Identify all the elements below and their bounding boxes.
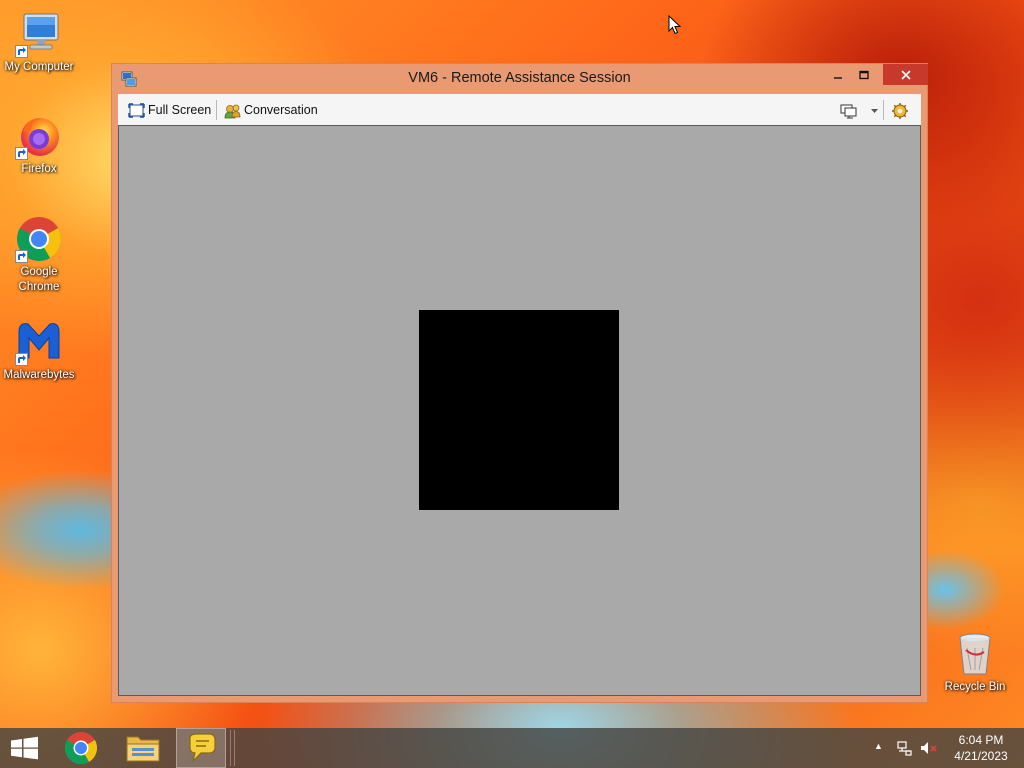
full-screen-icon [128,103,145,118]
toolbar-separator [883,100,884,120]
mouse-pointer-icon [668,14,682,40]
help-icon [892,103,908,120]
chrome-icon [15,215,63,263]
taskbar-remote-assistance-button[interactable] [176,728,226,768]
clock-time: 6:04 PM [958,733,1004,747]
taskbar-file-explorer-button[interactable] [118,728,168,768]
conversation-button[interactable]: Conversation [224,100,318,120]
session-toolbar: Full Screen Conversation [118,94,921,126]
desktop-icon-label: Recycle Bin [944,681,1006,693]
clock-date: 4/21/2023 [954,749,1008,763]
system-clock[interactable]: 6:04 PM 4/21/2023 [946,732,1016,764]
close-button[interactable] [883,64,928,85]
taskbar: ▲ 6:04 PM 4/21/2023 [0,728,1024,768]
network-icon[interactable] [897,740,913,761]
windows-logo-icon [11,736,38,760]
window-title: VM6 - Remote Assistance Session [408,70,631,86]
chevron-down-icon [871,108,879,113]
taskbar-chrome-button[interactable] [56,728,106,768]
desktop-icon-label: Malwarebytes [3,369,75,381]
desktop-icon-label: Google Chrome [18,266,60,293]
recycle-bin-icon [951,630,999,678]
folder-icon [126,736,160,762]
maximize-icon [859,70,869,79]
close-icon [900,70,911,80]
conversation-icon [224,104,241,119]
desktop-icon-malwarebytes[interactable]: Malwarebytes [1,318,77,383]
minimize-icon [834,77,842,79]
full-screen-label: Full Screen [148,103,212,117]
remote-desktop-viewport[interactable] [118,125,921,696]
chat-bubble-icon [189,733,216,763]
volume-muted-icon[interactable] [920,740,938,761]
maximize-button[interactable] [850,64,878,85]
display-settings-dropdown[interactable] [840,100,882,120]
desktop-icon-recycle-bin[interactable]: Recycle Bin [937,630,1013,695]
start-button[interactable] [0,728,50,768]
desktop-icon-label: My Computer [4,61,74,73]
malwarebytes-icon [15,318,63,366]
desktop: My Computer Firefox Google Chrome Malwar… [0,0,1024,768]
toolbar-separator [216,100,217,120]
chrome-icon [64,732,98,765]
full-screen-button[interactable]: Full Screen [128,100,211,120]
minimize-button[interactable] [824,64,852,85]
show-hidden-icons-button[interactable]: ▲ [874,741,883,751]
desktop-icon-google-chrome[interactable]: Google Chrome [1,215,77,295]
desktop-icon-my-computer[interactable]: My Computer [1,10,77,75]
conversation-label: Conversation [244,103,318,117]
computer-icon [15,10,63,58]
help-button[interactable] [891,100,912,120]
display-icon [840,104,857,119]
taskbar-separator [230,730,235,766]
window-titlebar[interactable]: VM6 - Remote Assistance Session [112,64,928,94]
desktop-icon-label: Firefox [21,163,57,175]
remote-assistance-window: VM6 - Remote Assistance Session Full Scr… [111,63,928,703]
remote-screen-display[interactable] [419,310,619,510]
desktop-icon-firefox[interactable]: Firefox [1,112,77,177]
firefox-icon [15,112,63,160]
